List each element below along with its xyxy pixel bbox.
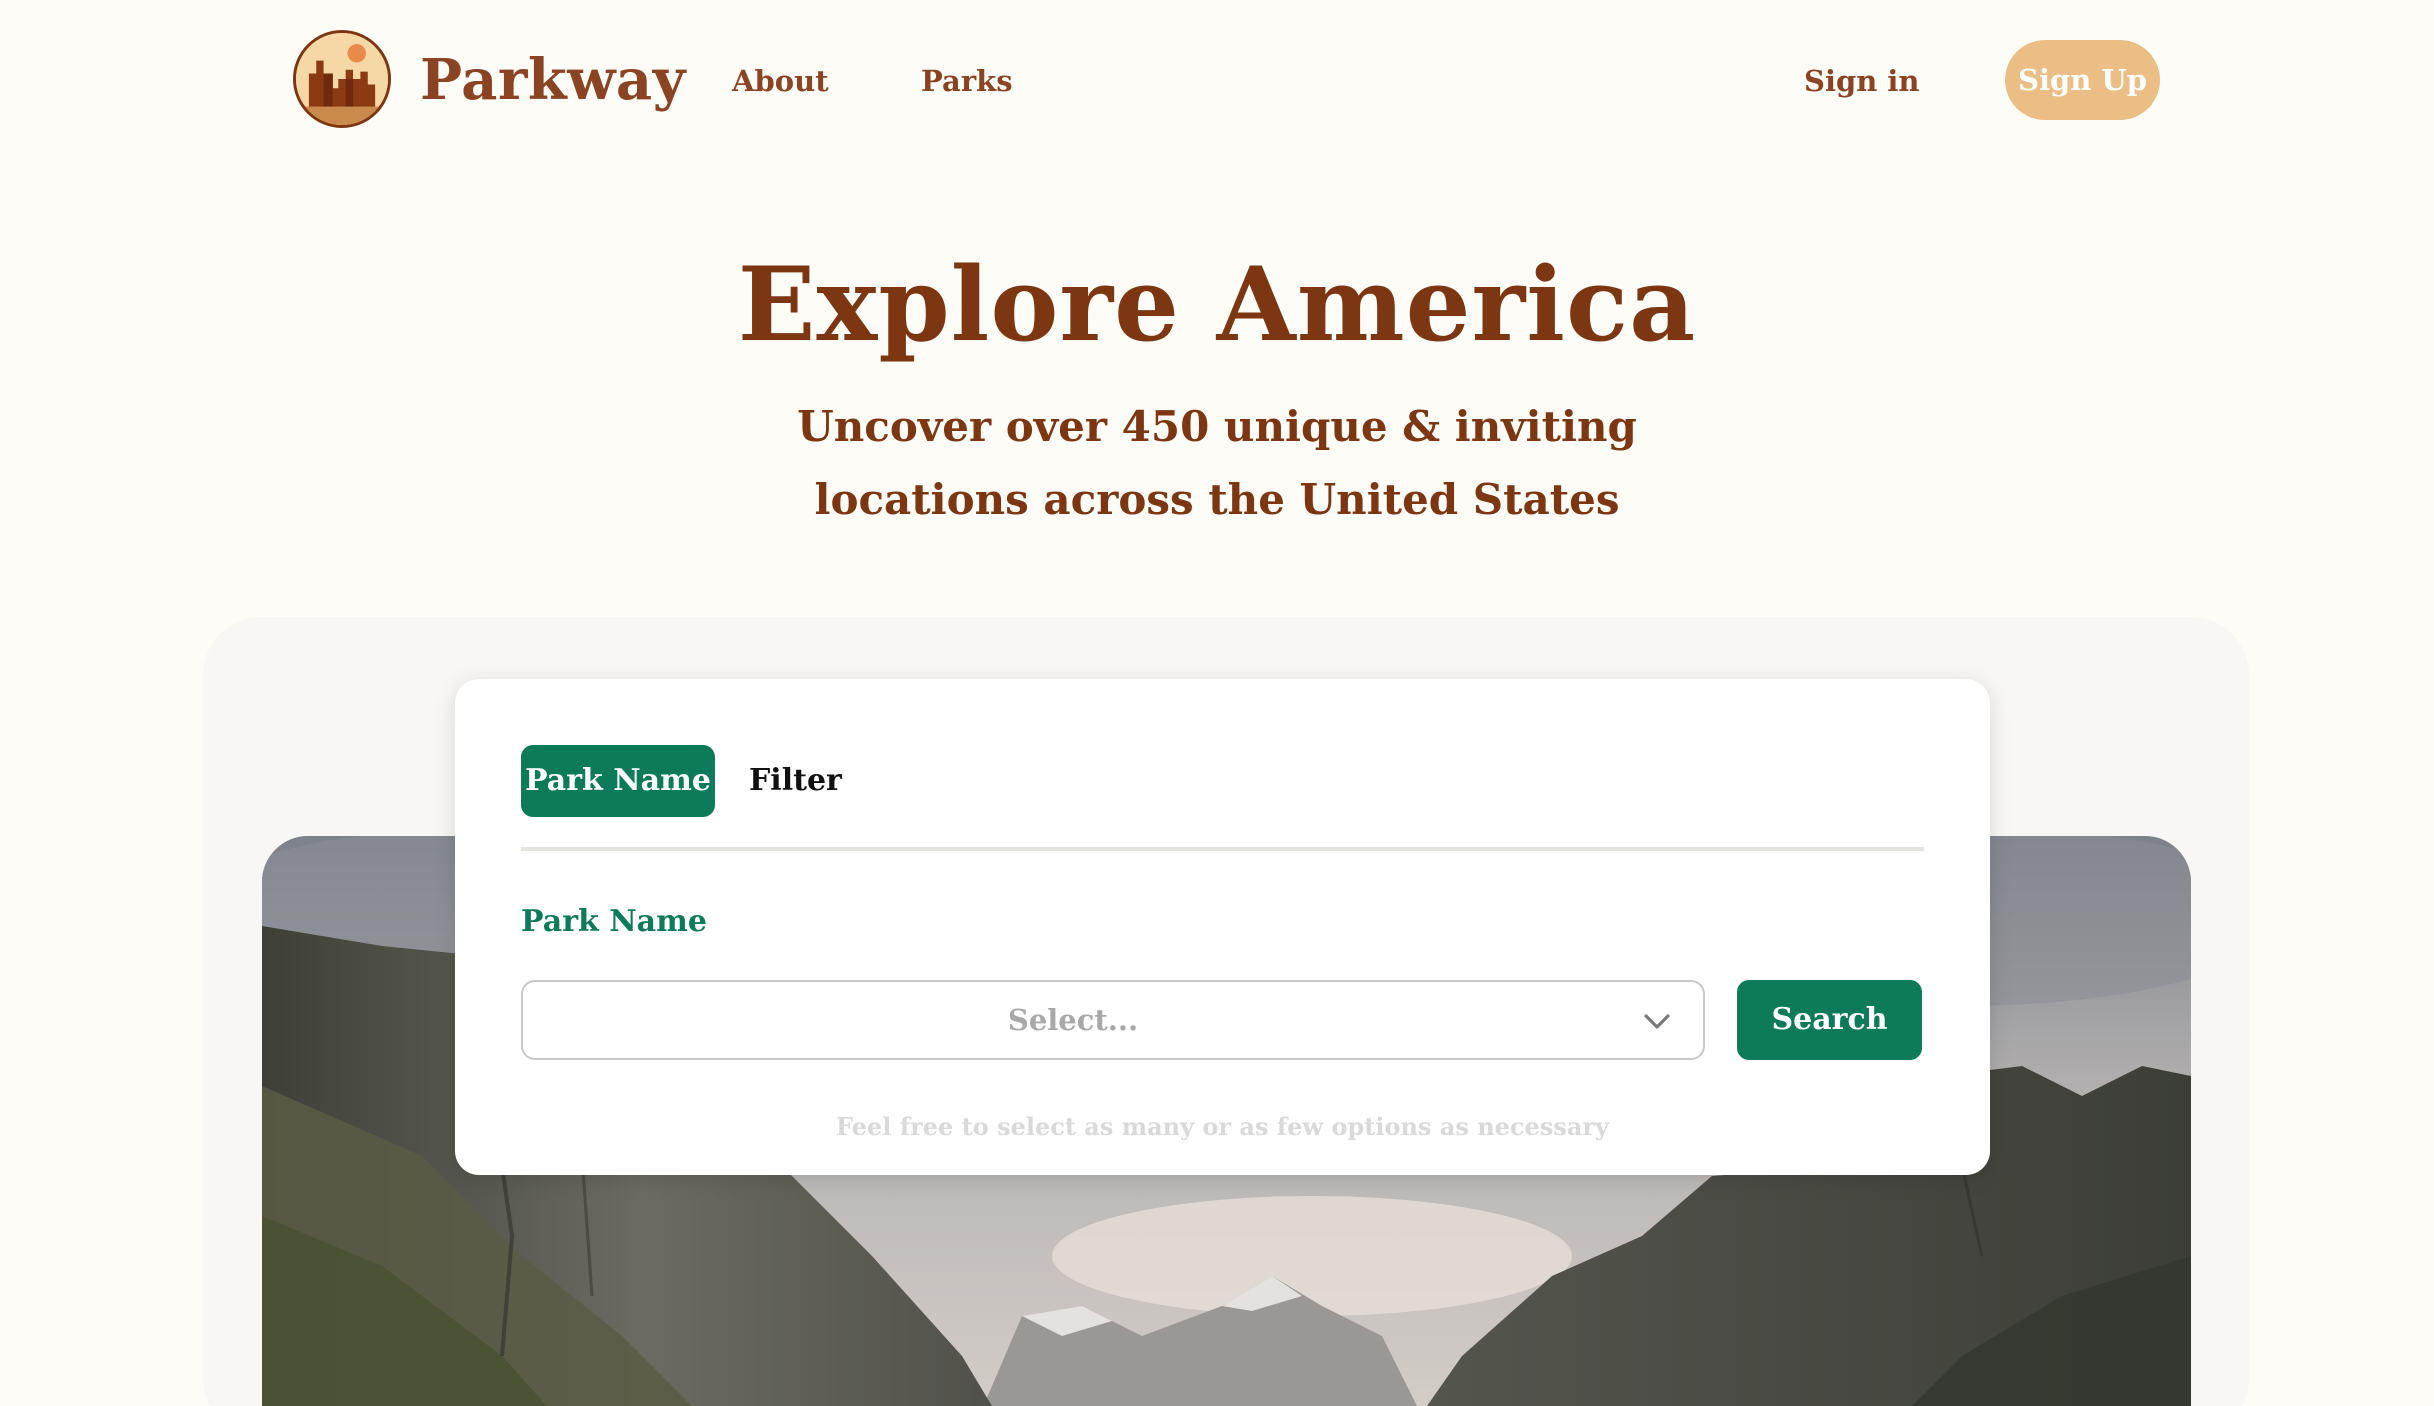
sign-up-button[interactable]: Sign Up [2005, 40, 2160, 120]
hero-title: Explore America [737, 245, 1697, 365]
hero-subtitle-line-2: locations across the United States [814, 475, 1620, 524]
nav-link-parks[interactable]: Parks [921, 58, 1013, 104]
tab-filter[interactable]: Filter [749, 745, 842, 817]
search-button[interactable]: Search [1737, 980, 1922, 1060]
nav-link-about[interactable]: About [732, 58, 829, 104]
hero-subtitle: Uncover over 450 unique & inviting locat… [717, 390, 1717, 536]
selection-hint: Feel free to select as many or as few op… [836, 1112, 1609, 1141]
search-card: Park Name Filter Park Name Select... Sea… [455, 679, 1990, 1175]
park-name-label: Park Name [521, 904, 707, 939]
tab-park-name[interactable]: Park Name [521, 745, 715, 817]
chevron-down-icon[interactable] [1640, 1004, 1674, 1038]
page: Parkway About Parks Sign in Sign Up Expl… [0, 0, 2434, 1406]
park-name-select[interactable]: Select... [521, 980, 1705, 1060]
brand-name[interactable]: Parkway [420, 40, 686, 120]
select-placeholder: Select... [1007, 1003, 1139, 1037]
sign-in-link[interactable]: Sign in [1804, 58, 1920, 104]
mesa-logo-icon[interactable] [293, 30, 391, 128]
top-nav: Parkway About Parks Sign in Sign Up [0, 0, 2434, 160]
tab-divider [521, 847, 1924, 851]
hero-subtitle-line-1: Uncover over 450 unique & inviting [797, 402, 1637, 451]
logo-graphic [296, 33, 388, 125]
